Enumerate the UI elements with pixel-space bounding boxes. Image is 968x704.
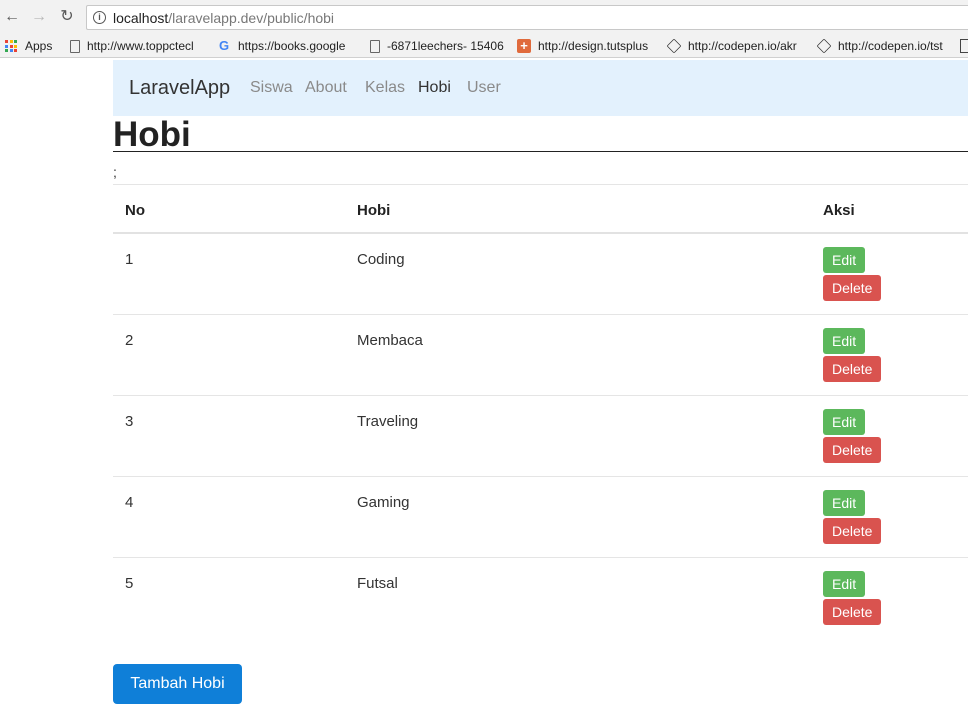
cell-hobi: Membaca (357, 332, 423, 349)
bookmark-tutsplus[interactable]: + http://design.tutsplus (517, 38, 657, 54)
cell-hobi: Traveling (357, 413, 419, 430)
column-header-no: No (125, 202, 145, 219)
edit-button[interactable]: Edit (823, 571, 866, 597)
url-host: localhost (113, 10, 169, 26)
address-bar[interactable]: i localhost/laravelapp.dev/public/hobi (86, 5, 968, 30)
bookmark-toppctech[interactable]: http://www.toppctecl (68, 38, 208, 54)
bookmark-label: -6871leechers- 15406 (387, 39, 504, 53)
cell-hobi: Coding (357, 251, 405, 268)
edit-button[interactable]: Edit (823, 328, 866, 354)
bookmark-label: http://www.toppctecl (87, 39, 194, 53)
title-divider (113, 151, 968, 152)
cell-no: 4 (125, 494, 134, 511)
bookmark-overflow[interactable] (960, 38, 968, 54)
column-header-aksi: Aksi (823, 202, 855, 219)
bookmark-label: https://books.google (238, 39, 346, 53)
page-icon (370, 39, 380, 53)
forward-arrow-icon[interactable]: → (30, 8, 48, 26)
table-row: 1 Coding Edit Delete (113, 234, 968, 315)
bookmark-codepen-tst[interactable]: http://codepen.io/tst (817, 38, 957, 54)
bookmark-google-books[interactable]: G https://books.google (217, 38, 357, 54)
reload-icon[interactable]: ↻ (58, 8, 76, 26)
browser-toolbar: ← → ↻ i localhost/laravelapp.dev/public/… (0, 0, 968, 34)
stray-text: ; (113, 164, 117, 180)
url-path: /laravelapp.dev/public/hobi (168, 10, 335, 26)
table-row: 4 Gaming Edit Delete (113, 477, 968, 558)
cell-no: 1 (125, 251, 134, 268)
bookmark-label: http://codepen.io/akr (688, 39, 797, 53)
table-header: No Hobi Aksi (113, 184, 968, 234)
apps-icon (4, 39, 18, 53)
bookmark-label: Apps (25, 39, 53, 53)
edit-button[interactable]: Edit (823, 247, 866, 273)
column-header-hobi: Hobi (357, 202, 391, 219)
back-arrow-icon[interactable]: ← (3, 8, 21, 26)
navbar-brand[interactable]: LaravelApp (129, 77, 230, 100)
bookmark-leechers[interactable]: -6871leechers- 15406 (368, 38, 508, 54)
nav-link-hobi[interactable]: Hobi (418, 79, 451, 97)
google-icon: G (218, 38, 230, 53)
address-url[interactable]: localhost/laravelapp.dev/public/hobi (113, 10, 334, 26)
delete-button[interactable]: Delete (823, 518, 882, 544)
bookmark-label: http://codepen.io/tst (838, 39, 943, 53)
page-title: Hobi (113, 115, 191, 154)
delete-button[interactable]: Delete (823, 275, 882, 301)
cell-no: 2 (125, 332, 134, 349)
page-icon (70, 39, 80, 53)
nav-link-kelas[interactable]: Kelas (365, 79, 405, 97)
tutsplus-icon: + (517, 39, 531, 53)
add-hobi-button[interactable]: Tambah Hobi (113, 664, 242, 704)
table-row: 5 Futsal Edit Delete (113, 558, 968, 639)
nav-link-about[interactable]: About (305, 79, 347, 97)
edit-button[interactable]: Edit (823, 409, 866, 435)
table-row: 3 Traveling Edit Delete (113, 396, 968, 477)
table-row: 2 Membaca Edit Delete (113, 315, 968, 396)
bookmark-codepen-akr[interactable]: http://codepen.io/akr (667, 38, 807, 54)
nav-link-user[interactable]: User (467, 79, 501, 97)
info-icon[interactable]: i (93, 11, 106, 24)
delete-button[interactable]: Delete (823, 599, 882, 625)
navbar: LaravelApp Siswa About Kelas Hobi User (113, 60, 968, 116)
cell-no: 3 (125, 413, 134, 430)
codepen-icon (817, 38, 832, 54)
grid-icon (960, 39, 968, 53)
delete-button[interactable]: Delete (823, 356, 882, 382)
bookmark-apps[interactable]: Apps (4, 38, 64, 54)
cell-no: 5 (125, 575, 134, 592)
cell-hobi: Futsal (357, 575, 398, 592)
bookmarks-bar: Apps http://www.toppctecl G https://book… (0, 34, 968, 58)
delete-button[interactable]: Delete (823, 437, 882, 463)
bookmark-label: http://design.tutsplus (538, 39, 649, 53)
nav-link-siswa[interactable]: Siswa (250, 79, 293, 97)
codepen-icon (667, 38, 682, 54)
edit-button[interactable]: Edit (823, 490, 866, 516)
cell-hobi: Gaming (357, 494, 410, 511)
hobi-table: No Hobi Aksi 1 Coding Edit Delete 2 Memb… (113, 184, 968, 639)
